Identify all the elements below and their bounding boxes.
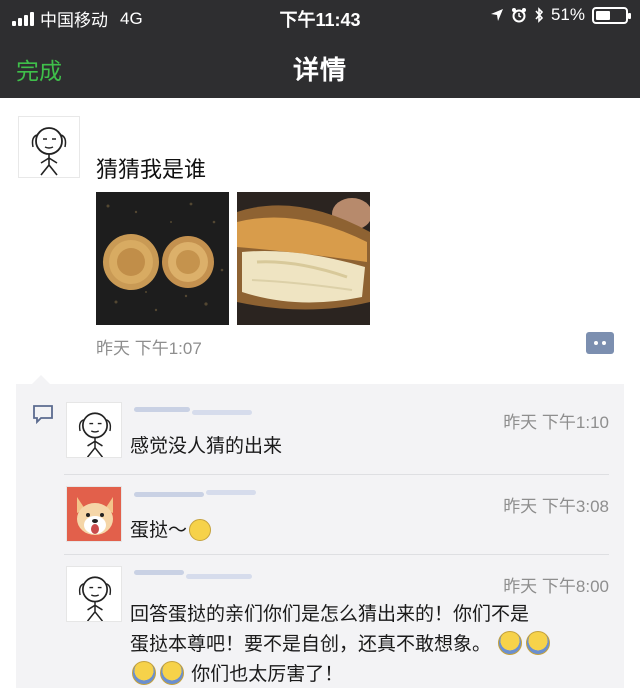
comment-line: 蛋挞本尊吧！要不是自创，还真不敢想象。 <box>130 634 492 655</box>
pastry-image <box>96 192 229 325</box>
scream-face-icon <box>498 631 523 655</box>
commenter-avatar[interactable] <box>66 566 122 622</box>
status-right: 51% <box>490 5 631 25</box>
commenter-name-obscured[interactable] <box>130 566 260 582</box>
commenter-name-obscured[interactable] <box>130 486 260 502</box>
commenter-avatar[interactable] <box>66 486 122 542</box>
commenter-avatar[interactable] <box>66 402 122 458</box>
comment-line: 回答蛋挞的亲们你们是怎么猜出来的！你们不是 <box>130 604 530 625</box>
comment-line-row: 蛋挞本尊吧！要不是自创，还真不敢想象。 <box>130 630 600 660</box>
comment-divider <box>64 474 609 475</box>
comment-line: 你们也太厉害了！ <box>191 664 344 685</box>
pastry-closeup-image <box>237 192 370 325</box>
alarm-icon <box>511 8 526 23</box>
post-text: 猜猜我是谁 <box>96 157 207 182</box>
scream-face-icon <box>160 661 184 685</box>
comment-text: 蛋挞～ <box>130 520 188 541</box>
comment-divider <box>64 554 609 555</box>
post-photo-closeup[interactable] <box>237 192 370 325</box>
comment-timestamp: 昨天 下午8:00 <box>503 577 609 596</box>
doodle-face-icon <box>31 127 67 176</box>
comment-text-row: 蛋挞～ <box>130 516 600 546</box>
page-title: 详情 <box>292 55 347 85</box>
scream-face-icon <box>132 661 156 685</box>
doodle-face-icon <box>78 412 112 457</box>
comment-text-block: 回答蛋挞的亲们你们是怎么猜出来的！你们不是 蛋挞本尊吧！要不是自创，还真不敢想象… <box>130 600 600 690</box>
commenter-name-obscured[interactable] <box>130 402 260 418</box>
comment-timestamp: 昨天 下午1:10 <box>503 413 609 432</box>
post-avatar[interactable] <box>18 116 80 178</box>
post-timestamp: 昨天 下午1:07 <box>96 339 202 358</box>
comment-item[interactable]: 昨天 下午3:08 蛋挞～ <box>64 476 609 554</box>
post-photo-pastries[interactable] <box>96 192 229 325</box>
dizzy-face-icon <box>189 519 212 541</box>
battery-percent: 51% <box>550 5 585 24</box>
comment-icon <box>33 405 53 424</box>
comment-line-row: 你们也太厉害了！ <box>130 660 600 690</box>
comment-like-menu-button[interactable] <box>586 332 614 354</box>
comment-item[interactable]: 昨天 下午1:10 感觉没人猜的出来 <box>64 392 609 470</box>
comment-item[interactable]: 昨天 下午8:00 回答蛋挞的亲们你们是怎么猜出来的！你们不是 蛋挞本尊吧！要不… <box>64 556 609 686</box>
bluetooth-icon <box>535 7 544 23</box>
comments-section: 昨天 下午1:10 感觉没人猜的出来 昨天 下午3:08 蛋挞～ 昨天 下午8:… <box>16 375 624 688</box>
battery-icon <box>592 6 631 24</box>
comment-text: 感觉没人猜的出来 <box>130 436 283 457</box>
shiba-dog-icon <box>67 487 121 541</box>
location-arrow-icon <box>490 9 503 21</box>
scream-face-icon <box>526 631 551 655</box>
status-bar: 中国移动 4G 下午11:43 51% <box>0 0 640 32</box>
nav-bar: 完成 详情 <box>0 34 640 98</box>
comment-timestamp: 昨天 下午3:08 <box>503 497 609 516</box>
top-bar: 中国移动 4G 下午11:43 51% 完成 详情 <box>0 0 640 98</box>
doodle-face-icon <box>78 576 112 621</box>
battery-fill <box>596 10 610 20</box>
